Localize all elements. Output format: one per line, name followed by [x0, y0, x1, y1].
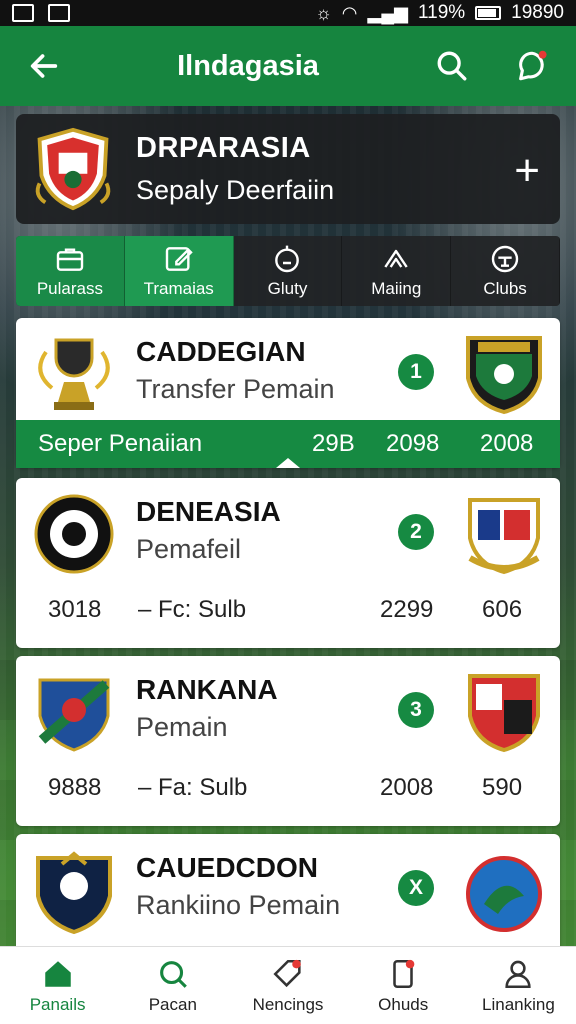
list-item[interactable]: CAUEDCDON Rankiino Pemain X — [16, 834, 560, 964]
strip-label: Seper Penaiian — [38, 430, 203, 457]
arrow-left-icon — [30, 54, 58, 78]
tab-gluty[interactable]: Gluty — [234, 236, 343, 306]
club-logo-icon — [468, 674, 540, 753]
alarm-icon: ☼ — [315, 2, 332, 23]
search-button[interactable] — [432, 46, 472, 86]
tab-label: Maiing — [371, 279, 422, 298]
caret-up-icon — [276, 458, 300, 468]
rank-badge: 2 — [398, 514, 434, 550]
tab-label: Pularass — [36, 279, 103, 298]
nav-linanking[interactable]: Linanking — [461, 947, 576, 1024]
clock: 19890 — [511, 2, 564, 23]
stat-value: – Fc: Sulb — [138, 596, 247, 623]
tab-clubs[interactable]: Clubs — [451, 236, 560, 306]
chat-button[interactable] — [512, 46, 552, 86]
tab-tramaias[interactable]: Tramaias — [124, 236, 234, 306]
image-icon — [48, 4, 70, 22]
status-bar: ☼ ◠ ▂▄▆ 119% 19890 — [0, 0, 576, 26]
tag-icon — [273, 959, 301, 987]
club-header-card[interactable]: DRPARASIA Sepaly Deerfaiin + — [16, 114, 560, 224]
nav-panails[interactable]: Panails — [0, 947, 115, 1024]
notification-icon — [12, 4, 34, 22]
chevron-up-icon — [384, 249, 408, 268]
rank-badge: 3 — [398, 692, 434, 728]
club-logo-icon — [34, 494, 114, 574]
stat-value: 2299 — [380, 596, 434, 623]
stat-value: 3018 — [48, 596, 102, 623]
club-logo-icon — [466, 336, 542, 415]
battery-icon — [475, 6, 502, 20]
club-stats: 3018 – Fc: Sulb 2299 606 — [16, 596, 560, 646]
briefcase-icon — [56, 248, 84, 271]
club-name: CADDEGIAN — [136, 336, 306, 367]
stat-value: 9888 — [48, 774, 102, 801]
plus-icon: + — [514, 146, 540, 195]
category-tabs: Pularass Tramaias Gluty Maiing Clubs — [16, 236, 560, 306]
list-item[interactable]: RANKANA Pemain 3 9888 – Fa: Sulb 2008 59… — [16, 656, 560, 826]
nav-pacan[interactable]: Pacan — [115, 947, 230, 1024]
club-subtitle: Rankiino Pemain — [136, 890, 341, 920]
chat-icon — [519, 50, 547, 81]
club-name: RANKANA — [136, 674, 278, 705]
club-logo-icon — [38, 678, 110, 752]
club-logo-icon — [466, 856, 542, 932]
stat-value: 2008 — [380, 774, 434, 801]
nav-label: Nencings — [252, 994, 324, 1014]
club-name: DRPARASIA — [136, 132, 311, 164]
table-icon — [491, 245, 519, 273]
strip-value: 2098 — [386, 430, 440, 457]
wifi-icon: ◠ — [341, 2, 358, 23]
tab-label: Clubs — [483, 279, 527, 298]
user-icon — [505, 960, 532, 988]
club-name: DENEASIA — [136, 496, 281, 527]
signal-icon: ▂▄▆ — [367, 2, 408, 23]
stat-value: 606 — [482, 596, 523, 623]
tab-label: Tramaias — [143, 279, 214, 298]
nav-label: Linanking — [482, 994, 555, 1014]
club-name: CAUEDCDON — [136, 852, 318, 883]
add-button[interactable]: + — [514, 146, 540, 196]
app-bar: Ilndagasia — [0, 26, 576, 106]
nav-label: Ohuds — [378, 994, 429, 1014]
tab-label: Gluty — [267, 279, 308, 298]
back-button[interactable] — [24, 46, 64, 86]
rank-badge: X — [398, 870, 434, 906]
tab-maiing[interactable]: Maiing — [342, 236, 452, 306]
club-subtitle: Sepaly Deerfaiin — [136, 175, 335, 205]
page-title: Ilndagasia — [177, 49, 319, 82]
nav-label: Pacan — [148, 994, 197, 1014]
list-item[interactable]: DENEASIA Pemafeil 2 3018 – Fc: Sulb 2299… — [16, 478, 560, 648]
club-subtitle: Pemafeil — [136, 534, 242, 564]
strip-value: 29B — [312, 430, 355, 457]
tab-pularass[interactable]: Pularass — [16, 236, 125, 306]
bottom-navigation: Panails Pacan Nencings Ohuds Linanking — [0, 946, 576, 1024]
nav-nencings[interactable]: Nencings — [230, 947, 345, 1024]
search-icon — [159, 960, 187, 988]
rank-badge: 1 — [398, 354, 434, 390]
strip-value: 2008 — [480, 430, 534, 457]
edit-icon — [165, 247, 193, 271]
club-logo-icon — [36, 851, 112, 934]
search-icon — [437, 51, 467, 81]
club-logo-icon — [468, 498, 540, 575]
nav-ohuds[interactable]: Ohuds — [346, 947, 461, 1024]
phone-icon — [393, 959, 415, 988]
trophy-icon — [38, 338, 110, 410]
club-crest-icon — [35, 127, 111, 211]
club-subtitle: Transfer Pemain — [136, 374, 335, 404]
club-subtitle: Pemain — [136, 712, 228, 742]
club-stats: 9888 – Fa: Sulb 2008 590 — [16, 774, 560, 824]
stat-value: 590 — [482, 774, 523, 801]
nav-label: Panails — [29, 994, 86, 1014]
battery-level: 119% — [417, 2, 466, 23]
list-item[interactable]: CADDEGIAN Transfer Pemain 1 Seper Penaii… — [16, 318, 560, 468]
home-icon — [44, 960, 71, 987]
stat-value: – Fa: Sulb — [138, 774, 248, 801]
timer-icon — [275, 245, 300, 273]
